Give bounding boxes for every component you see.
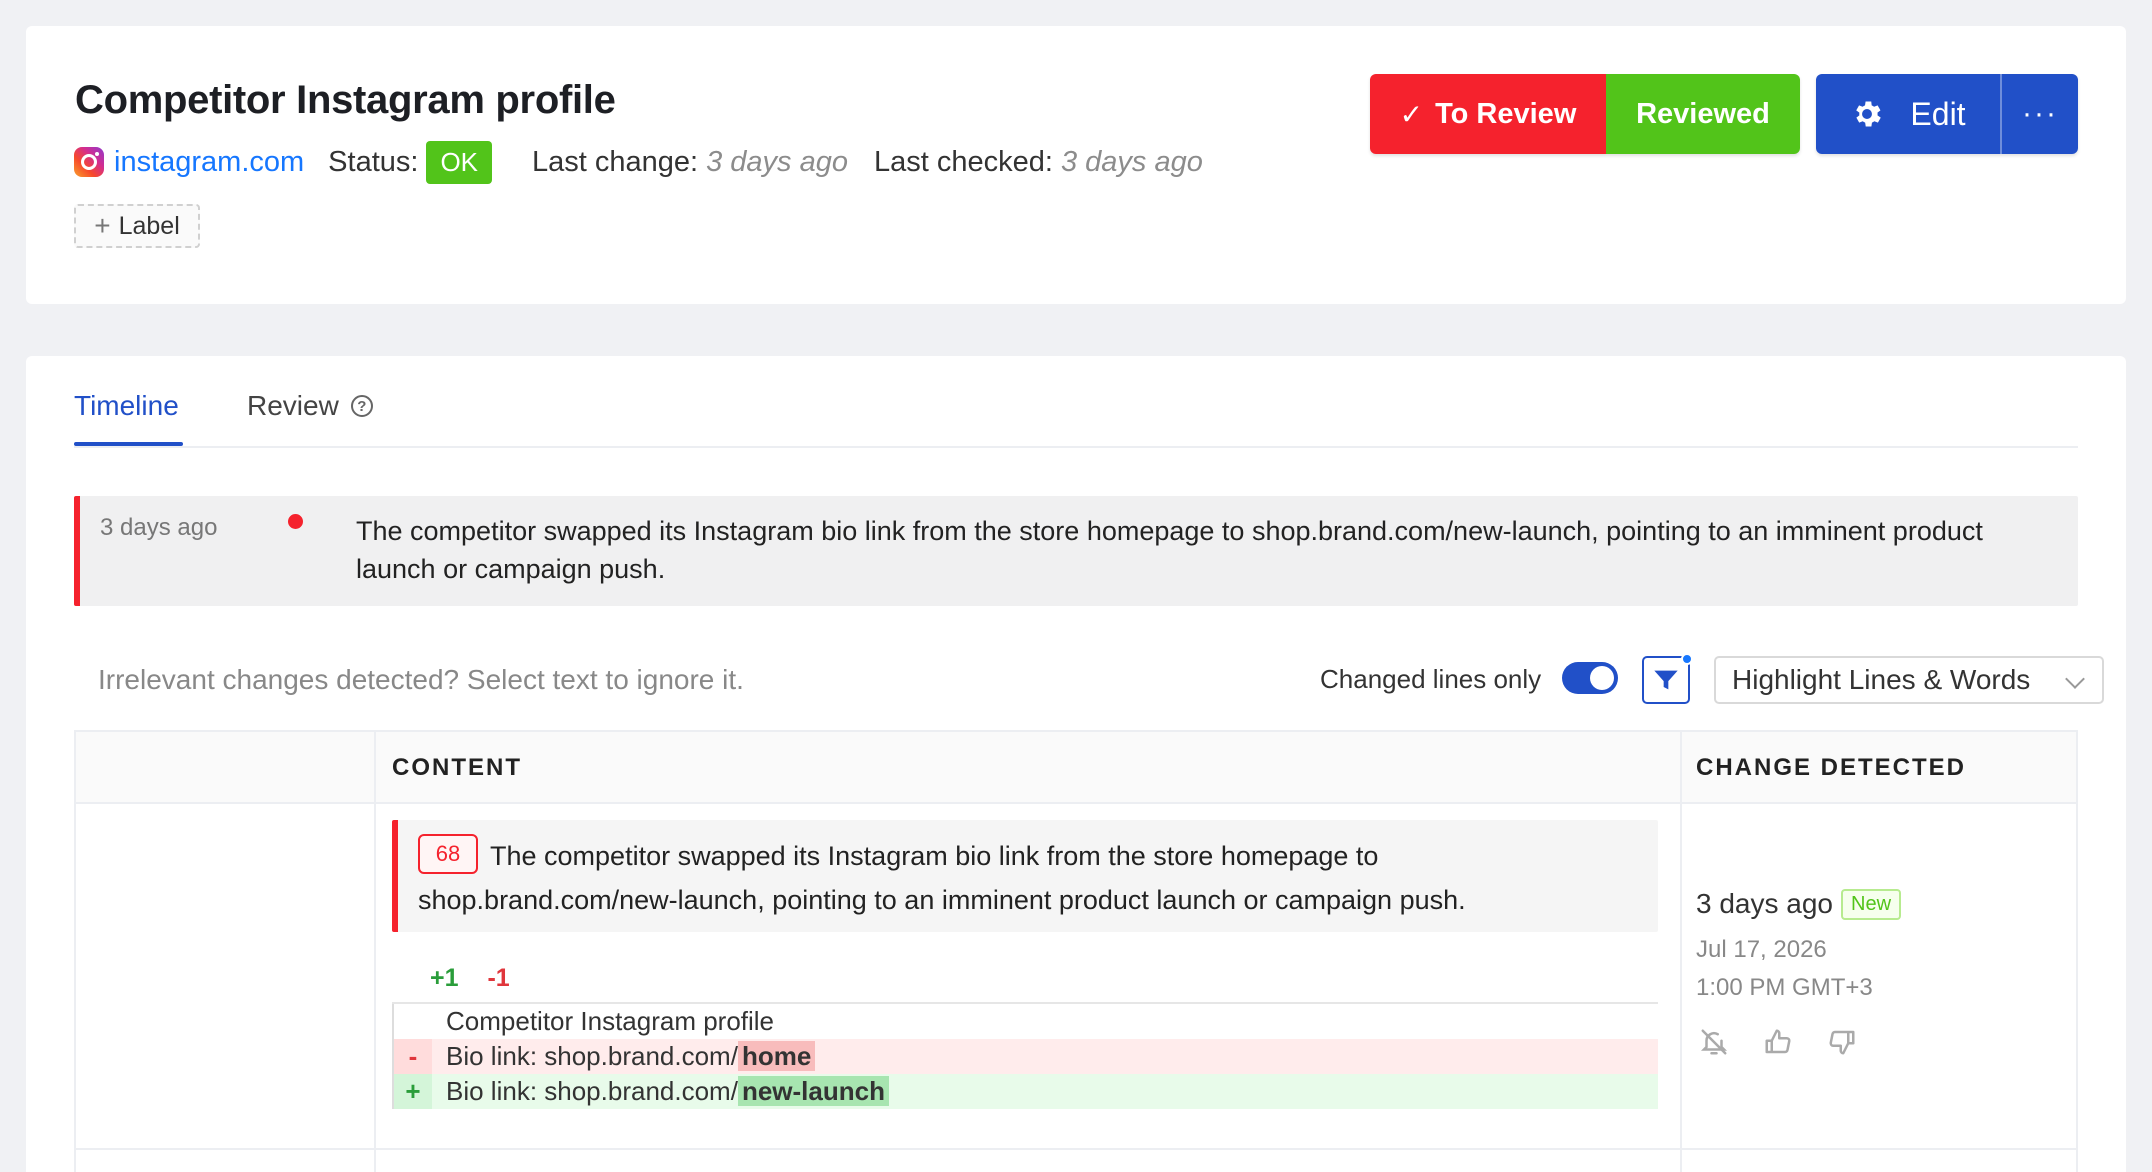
diff-stats: +1 -1 bbox=[430, 964, 510, 993]
changes-table: CONTENT CHANGE DETECTED The competitor s… bbox=[74, 730, 2078, 1172]
column-header-change-detected: CHANGE DETECTED bbox=[1696, 754, 1967, 781]
instagram-icon bbox=[74, 147, 104, 177]
detected-time: 3 days ago New bbox=[1696, 888, 1902, 920]
filter-button[interactable] bbox=[1642, 653, 1693, 704]
added-count: +1 bbox=[430, 964, 459, 992]
filter-icon bbox=[1654, 670, 1678, 690]
changed-lines-label: Changed lines only bbox=[1320, 664, 1542, 694]
status-badge: OK bbox=[426, 140, 493, 184]
timeline-card: Timeline Review ? 3 days ago The competi… bbox=[26, 356, 2126, 1172]
change-actions bbox=[1696, 1024, 1860, 1060]
diff-context-line: Competitor Instagram profile bbox=[392, 1004, 1658, 1039]
diff-added-prefix: Bio link: shop.brand.com/ bbox=[446, 1076, 738, 1106]
tab-review-label: Review bbox=[247, 390, 339, 421]
edit-label: Edit bbox=[1910, 95, 1966, 132]
column-divider bbox=[374, 732, 376, 1172]
diff-gutter bbox=[392, 1004, 432, 1039]
summary-text: The competitor swapped its Instagram bio… bbox=[356, 516, 1983, 584]
plus-icon: + bbox=[94, 210, 111, 241]
detected-hour: 1:00 PM GMT+3 bbox=[1696, 974, 1873, 1001]
tab-timeline[interactable]: Timeline bbox=[74, 386, 179, 426]
column-header-content: CONTENT bbox=[392, 754, 522, 781]
removed-count: -1 bbox=[487, 964, 510, 992]
add-label-text: Label bbox=[118, 211, 180, 240]
new-badge: New bbox=[1841, 888, 1902, 920]
more-options-button[interactable]: ··· bbox=[2000, 74, 2078, 154]
site-link[interactable]: instagram.com bbox=[114, 146, 304, 179]
filter-active-dot bbox=[1681, 653, 1693, 665]
edit-button-group: Edit ··· bbox=[1816, 74, 2078, 154]
to-review-button[interactable]: ✓ To Review bbox=[1370, 74, 1606, 154]
status-label: Status: bbox=[328, 145, 419, 178]
active-tab-indicator bbox=[74, 442, 183, 446]
diff-added-word: new-launch bbox=[737, 1076, 889, 1106]
change-score-badge: 68 bbox=[418, 834, 478, 874]
change-description-text: The competitor swapped its Instagram bio… bbox=[418, 841, 1466, 915]
ignore-hint: Irrelevant changes detected? Select text… bbox=[98, 664, 744, 695]
bell-off-icon bbox=[1700, 1029, 1728, 1055]
change-description: The competitor swapped its Instagram bio… bbox=[392, 820, 1658, 932]
highlight-mode-value: Highlight Lines & Words bbox=[1732, 664, 2031, 695]
diff-view[interactable]: Competitor Instagram profile - Bio link:… bbox=[392, 1004, 1658, 1109]
chevron-down-icon bbox=[2065, 669, 2085, 689]
change-summary: 3 days ago The competitor swapped its In… bbox=[74, 496, 2078, 606]
diff-context-text: Competitor Instagram profile bbox=[446, 1006, 775, 1036]
edit-button[interactable]: Edit bbox=[1816, 74, 2000, 154]
gear-icon bbox=[1856, 101, 1882, 127]
diff-removed-prefix: Bio link: shop.brand.com/ bbox=[446, 1041, 738, 1071]
changed-lines-toggle[interactable] bbox=[1562, 662, 1618, 694]
last-checked-value: 3 days ago bbox=[1060, 145, 1203, 178]
detected-time-text: 3 days ago bbox=[1696, 888, 1833, 919]
reviewed-button[interactable]: Reviewed bbox=[1606, 74, 1800, 154]
review-button-group: ✓ To Review Reviewed bbox=[1370, 74, 1800, 154]
last-change-value: 3 days ago bbox=[706, 145, 848, 178]
diff-added-line: + Bio link: shop.brand.com/new-launch bbox=[392, 1074, 1658, 1109]
diff-added-text: Bio link: shop.brand.com/new-launch bbox=[432, 1076, 889, 1107]
toggle-knob bbox=[1590, 666, 1614, 690]
diff-removed-line: - Bio link: shop.brand.com/home bbox=[392, 1039, 1658, 1074]
mute-bell-button[interactable] bbox=[1696, 1024, 1732, 1060]
unread-dot-icon bbox=[288, 514, 303, 529]
diff-removed-word: home bbox=[737, 1041, 816, 1071]
detected-date: Jul 17, 2026 bbox=[1696, 936, 1827, 963]
diff-added-marker: + bbox=[392, 1074, 432, 1109]
monitor-header-card: Competitor Instagram profile instagram.c… bbox=[26, 26, 2126, 304]
thumbs-up-button[interactable] bbox=[1760, 1024, 1796, 1060]
highlight-mode-select[interactable]: Highlight Lines & Words bbox=[1714, 656, 2104, 704]
summary-time: 3 days ago bbox=[100, 514, 218, 541]
meta-row: instagram.com Status: OK Last change: 3 … bbox=[74, 140, 1229, 184]
thumbs-up-icon bbox=[1765, 1029, 1791, 1054]
last-checked-label: Last checked: bbox=[874, 145, 1053, 178]
add-label-button[interactable]: + Label bbox=[74, 204, 200, 248]
help-icon[interactable]: ? bbox=[350, 395, 373, 417]
table-header: CONTENT CHANGE DETECTED bbox=[76, 732, 2076, 804]
column-divider bbox=[1680, 732, 1682, 1172]
tab-review[interactable]: Review ? bbox=[247, 386, 373, 426]
row-divider bbox=[76, 1148, 2076, 1150]
thumbs-down-icon bbox=[1829, 1030, 1855, 1055]
diff-removed-text: Bio link: shop.brand.com/home bbox=[432, 1041, 816, 1072]
check-icon: ✓ bbox=[1399, 98, 1424, 130]
diff-removed-marker: - bbox=[392, 1039, 432, 1074]
last-change-label: Last change: bbox=[532, 145, 699, 178]
page-title: Competitor Instagram profile bbox=[75, 78, 616, 122]
to-review-label: To Review bbox=[1435, 97, 1577, 130]
tab-bar: Timeline Review ? bbox=[74, 356, 2078, 448]
thumbs-down-button[interactable] bbox=[1824, 1024, 1860, 1060]
